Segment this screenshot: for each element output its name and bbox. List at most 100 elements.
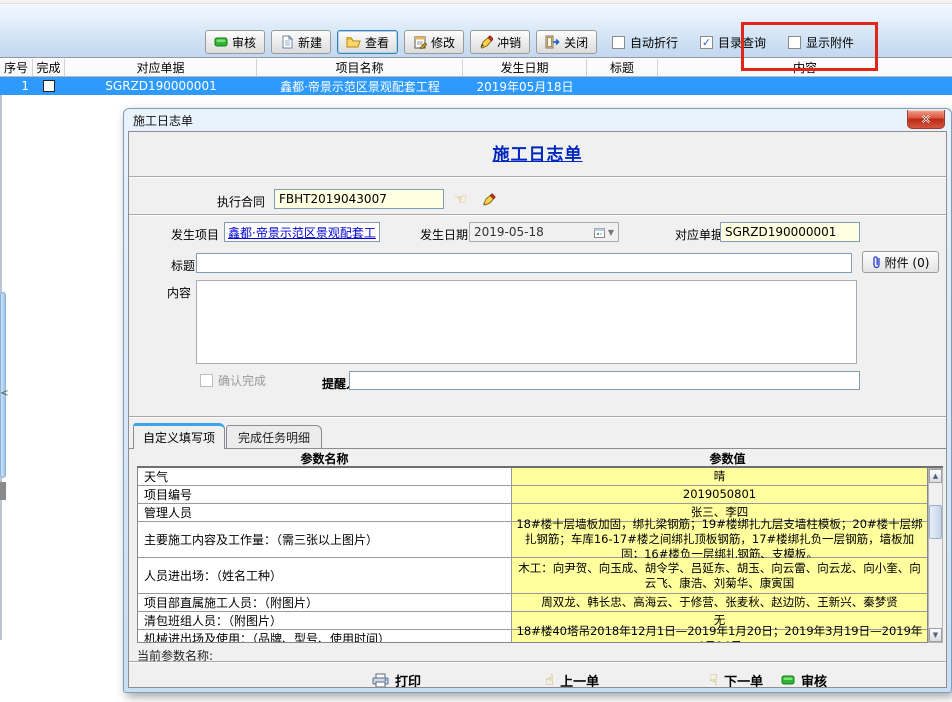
view-button[interactable]: 查看: [337, 30, 398, 54]
reminder-input[interactable]: [349, 371, 860, 390]
column-header-doc[interactable]: 对应单据: [65, 59, 257, 76]
toolbar-button-label: 冲销: [497, 34, 521, 51]
select-hand-icon[interactable]: ☜: [450, 189, 472, 209]
param-name: 项目部直属施工人员：（附图片）: [138, 594, 512, 611]
param-table-scrollbar[interactable]: ▲ ▼: [928, 468, 943, 643]
project-label: 发生项目: [171, 226, 219, 243]
param-value[interactable]: 18#楼十层墙板加固，绑扎梁钢筋；19#楼绑扎九层支墙柱模板；20#楼十层绑扎钢…: [512, 522, 927, 557]
param-value-header: 参数值: [512, 450, 943, 466]
row-project-name: 鑫都·帝景示范区景观配套工程: [257, 77, 463, 95]
content-textarea[interactable]: [196, 280, 857, 364]
param-name-header: 参数名称: [137, 450, 512, 466]
dialog-body: 施工日志单 执行合同 ☜ 发生项目 鑫都·帝景示范区景观配套工 发生日期 201…: [128, 131, 947, 688]
scroll-down-icon[interactable]: ▼: [929, 628, 942, 642]
toolbar-button-label: 审核: [232, 34, 256, 51]
column-header-done[interactable]: 完成: [33, 59, 65, 76]
param-value[interactable]: 木工：向尹贺、向玉成、胡令学、吕延东、胡玉、向云雷、向云龙、向小奎、向云飞、康浩…: [512, 558, 927, 593]
hand-down-icon: ☟: [709, 673, 718, 688]
checkbox-icon[interactable]: [612, 36, 625, 49]
param-row[interactable]: 人员进出场：（姓名工种） 木工：向尹贺、向玉成、胡令学、吕延东、胡玉、向云雷、向…: [138, 558, 927, 594]
row-content: [658, 77, 952, 95]
toolbar-button-label: 关闭: [564, 34, 588, 51]
project-link-box: 鑫都·帝景示范区景观配套工: [224, 222, 380, 242]
checkbox-label: 显示附件: [806, 34, 854, 51]
audit-icon: [781, 673, 795, 687]
dialog-close-button[interactable]: [907, 110, 945, 129]
table-row[interactable]: 1 SGRZD190000001 鑫都·帝景示范区景观配套工程 2019年05月…: [0, 77, 952, 95]
param-value[interactable]: 周双龙、韩长忠、高海云、于修营、张麦秋、赵边防、王新兴、秦梦贤: [512, 594, 927, 611]
param-row[interactable]: 项目编号 2019050801: [138, 486, 927, 504]
tab-task-detail[interactable]: 完成任务明细: [226, 425, 322, 449]
footer-button-label: 上一单: [560, 671, 599, 689]
list-table-header: 序号 完成 对应单据 项目名称 发生日期 标题 内容: [0, 59, 952, 77]
param-row[interactable]: 机械进出场及使用：（品牌、型号、使用时间） 18#楼40塔吊2018年12月1日…: [138, 630, 927, 643]
checkbox-label: 目录查询: [718, 34, 766, 51]
param-row[interactable]: 项目部直属施工人员：（附图片） 周双龙、韩长忠、高海云、于修营、张麦秋、赵边防、…: [138, 594, 927, 612]
column-header-date[interactable]: 发生日期: [463, 59, 587, 76]
audit-button[interactable]: 审核: [205, 30, 265, 54]
writeoff-pencil-icon: [479, 35, 493, 49]
doc-input[interactable]: [720, 222, 860, 242]
title-label: 标题: [171, 257, 195, 274]
row-checkbox[interactable]: [43, 80, 55, 92]
param-value[interactable]: 18#楼40塔吊2018年12月1日—2019年1月20日；2019年3月19日…: [512, 630, 927, 643]
splitter-grip[interactable]: [0, 482, 6, 500]
date-picker[interactable]: 2019-05-18 ▼: [469, 222, 619, 242]
modify-button[interactable]: 修改: [404, 30, 464, 54]
form-title: 施工日志单: [129, 140, 946, 165]
param-row[interactable]: 天气 晴: [138, 468, 927, 486]
new-button[interactable]: 新建: [271, 30, 331, 54]
param-value[interactable]: 晴: [512, 468, 927, 485]
checkbox-icon[interactable]: [200, 374, 213, 387]
row-date: 2019年05月18日: [463, 77, 587, 95]
main-toolbar: 审核 新建 查看 修改 冲销 关闭: [0, 4, 952, 58]
confirm-label: 确认完成: [218, 372, 266, 389]
column-header-seq[interactable]: 序号: [0, 59, 33, 76]
writeoff-button[interactable]: 冲销: [470, 30, 530, 54]
directory-query-checkbox[interactable]: ✓ 目录查询: [700, 34, 766, 51]
previous-record-button[interactable]: ☝ 上一单: [545, 669, 599, 688]
dialog-titlebar[interactable]: 施工日志单: [124, 109, 951, 131]
dropdown-arrow-icon[interactable]: ▼: [608, 228, 614, 237]
paperclip-icon: [872, 255, 881, 269]
param-name: 项目编号: [138, 486, 512, 503]
column-header-project[interactable]: 项目名称: [257, 59, 463, 76]
param-name: 主要施工内容及工作量：（需三张以上图片）: [138, 522, 512, 557]
param-value[interactable]: 2019050801: [512, 486, 927, 503]
autowrap-checkbox[interactable]: 自动折行: [612, 34, 678, 51]
checkbox-label: 自动折行: [630, 34, 678, 51]
row-doc-no: SGRZD190000001: [65, 77, 257, 95]
row-seq: 1: [0, 77, 33, 95]
calendar-icon: [594, 227, 605, 238]
collapse-panel-arrow-icon[interactable]: <: [0, 384, 9, 402]
audit-icon: [214, 35, 228, 49]
checkbox-icon[interactable]: [788, 36, 801, 49]
new-document-icon: [280, 35, 294, 49]
column-header-title[interactable]: 标题: [587, 59, 658, 76]
scroll-thumb[interactable]: [929, 505, 942, 539]
toolbar-button-label: 修改: [431, 34, 455, 51]
show-attachment-checkbox[interactable]: 显示附件: [788, 34, 854, 51]
toolbar-button-group: 审核 新建 查看 修改 冲销 关闭: [205, 30, 597, 54]
column-header-content[interactable]: 内容: [658, 59, 952, 76]
param-row[interactable]: 主要施工内容及工作量：（需三张以上图片） 18#楼十层墙板加固，绑扎梁钢筋；19…: [138, 522, 927, 558]
doc-label: 对应单据: [675, 226, 723, 243]
title-input[interactable]: [196, 253, 852, 273]
content-label: 内容: [167, 284, 191, 301]
close-button[interactable]: 关闭: [536, 30, 597, 54]
confirm-complete-checkbox[interactable]: 确认完成: [200, 372, 266, 389]
attachment-button[interactable]: 附件 (0): [862, 251, 939, 273]
hand-up-icon: ☝: [545, 673, 554, 688]
next-record-button[interactable]: ☟ 下一单: [709, 669, 763, 688]
tab-custom-fields[interactable]: 自定义填写项: [133, 423, 225, 449]
edit-pencil-icon[interactable]: [478, 189, 500, 209]
contract-input[interactable]: [274, 189, 444, 209]
project-link[interactable]: 鑫都·帝景示范区景观配套工: [228, 224, 376, 241]
toolbar-button-label: 新建: [298, 34, 322, 51]
checkbox-checked-icon[interactable]: ✓: [700, 36, 713, 49]
scroll-up-icon[interactable]: ▲: [929, 469, 942, 483]
open-folder-icon: [346, 35, 361, 49]
print-button[interactable]: 打印: [372, 669, 421, 688]
audit-record-button[interactable]: 审核: [781, 669, 827, 688]
app-window: 审核 新建 查看 修改 冲销 关闭: [0, 0, 952, 702]
